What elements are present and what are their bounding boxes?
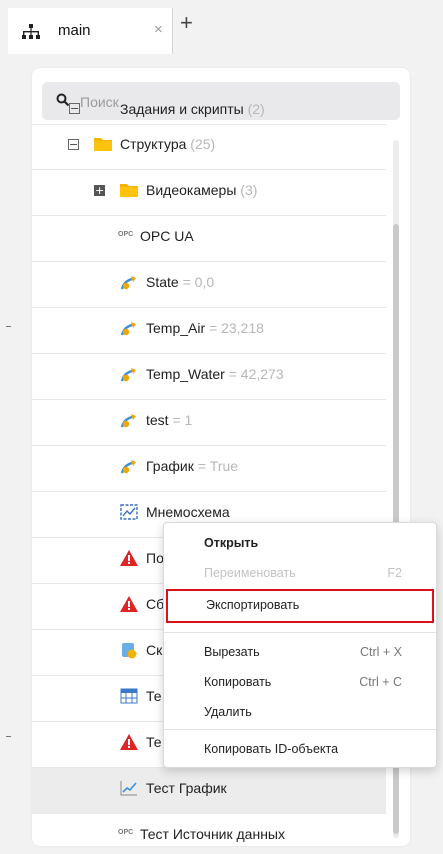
divider-mark — [6, 326, 11, 327]
tree-row[interactable]: test = 1 — [32, 400, 386, 446]
warning-icon — [120, 550, 138, 568]
collapse-icon[interactable]: − — [69, 103, 80, 114]
tree-row-value: = 1 — [168, 412, 193, 428]
tree-row-label: Temp_Water = 42,273 — [146, 366, 284, 382]
tree-row-label: Структура (25) — [120, 136, 216, 152]
tree-row-label: Ск — [146, 642, 163, 658]
opc-icon: OPC — [118, 829, 134, 836]
warning-icon — [120, 596, 138, 614]
expand-icon[interactable]: + — [94, 185, 105, 196]
folder-icon — [94, 136, 112, 154]
divider-mark — [6, 736, 11, 737]
close-icon[interactable]: × — [154, 21, 163, 38]
menu-item-delete[interactable]: Удалить — [164, 698, 436, 728]
collapse-icon[interactable]: − — [68, 139, 79, 150]
tree-row-label: Видеокамеры (3) — [146, 182, 258, 198]
tree-row-partial[interactable]: − Задания и скрипты (2) — [32, 94, 386, 125]
tree-row[interactable]: State = 0,0 — [32, 262, 386, 308]
tab-bar: main × + — [0, 0, 443, 62]
tree-row-label: OPC UA — [140, 228, 194, 244]
tree-row[interactable]: Temp_Water = 42,273 — [32, 354, 386, 400]
tag-icon — [120, 366, 138, 384]
tree-row-label: Тест Источник данных — [140, 826, 285, 842]
menu-item-copy[interactable]: Копировать Ctrl + C — [164, 668, 436, 698]
tree-row[interactable]: Temp_Air = 23,218 — [32, 308, 386, 354]
table-icon — [120, 688, 138, 706]
tree-row[interactable]: OPC Тест Источник данных — [32, 814, 386, 846]
menu-item-copy-id[interactable]: Копировать ID-объекта — [164, 735, 436, 765]
tree-row[interactable]: Тест График — [32, 768, 386, 814]
add-tab-button[interactable]: + — [180, 10, 193, 36]
tag-icon — [120, 412, 138, 430]
menu-separator — [164, 632, 436, 633]
tab-main[interactable]: main × — [8, 8, 173, 54]
menu-separator — [164, 729, 436, 730]
tree-row[interactable]: График = True — [32, 446, 386, 492]
tree-row-label: По — [146, 550, 164, 566]
tag-icon — [120, 320, 138, 338]
chart-icon — [120, 780, 138, 798]
tree-row-value: = True — [193, 458, 239, 474]
tree-row-label: Те — [146, 734, 162, 750]
tree-row-value: (25) — [186, 136, 216, 152]
tree-row-label: Те — [146, 688, 162, 704]
tree-row-label: State = 0,0 — [146, 274, 215, 290]
tag-icon — [120, 458, 138, 476]
tree-row-label: Мнемосхема — [146, 504, 230, 520]
tree-row[interactable]: + Видеокамеры (3) — [32, 170, 386, 216]
opc-icon: OPC — [118, 231, 134, 238]
tree-row-label: Задания и скрипты (2) — [120, 101, 265, 117]
hierarchy-icon — [22, 24, 40, 45]
tree-row-value: (3) — [236, 182, 258, 198]
tree-row-value: = 23,218 — [205, 320, 264, 336]
tree-row[interactable]: OPC OPC UA — [32, 216, 386, 262]
tree-row[interactable]: − Структура (25) — [32, 124, 386, 170]
tree-row-value: = 0,0 — [178, 274, 215, 290]
warning-icon — [120, 734, 138, 752]
script-icon — [120, 642, 138, 660]
tree-row-label: Тест График — [146, 780, 227, 796]
tag-icon — [120, 274, 138, 292]
tree-row-label: test = 1 — [146, 412, 193, 428]
tab-title: main — [58, 22, 91, 39]
folder-icon — [120, 182, 138, 200]
mnemonic-icon — [120, 504, 138, 522]
tree-row-label: Сб — [146, 596, 165, 612]
tree-row-label: Temp_Air = 23,218 — [146, 320, 264, 336]
menu-item-open[interactable]: Открыть — [164, 529, 436, 559]
menu-item-cut[interactable]: Вырезать Ctrl + X — [164, 638, 436, 668]
tree-row-label: График = True — [146, 458, 239, 474]
context-menu: Открыть Переименовать F2 Экспортировать … — [163, 522, 437, 768]
tree-row-value: = 42,273 — [224, 366, 284, 382]
menu-item-export[interactable]: Экспортировать — [166, 589, 434, 623]
menu-item-rename[interactable]: Переименовать F2 — [164, 559, 436, 589]
